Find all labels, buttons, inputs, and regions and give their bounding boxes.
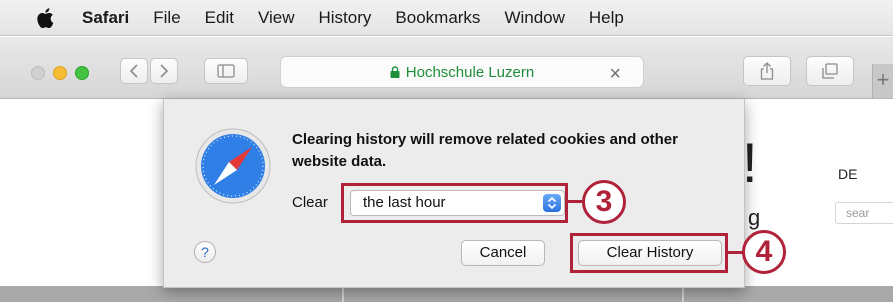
zoom-window-button[interactable] <box>75 66 89 80</box>
callout-badge-4: 4 <box>742 230 786 274</box>
help-button[interactable]: ? <box>194 241 216 263</box>
chevron-right-icon <box>160 64 169 78</box>
clear-label: Clear <box>292 194 328 211</box>
callout-badge-3: 3 <box>582 180 626 224</box>
chevron-left-icon <box>129 64 138 78</box>
menu-view[interactable]: View <box>258 8 295 28</box>
tabs-icon <box>822 63 838 79</box>
nav-divider <box>342 286 344 302</box>
menu-safari[interactable]: Safari <box>82 8 129 28</box>
menu-file[interactable]: File <box>153 8 180 28</box>
menu-bar: Safari File Edit View History Bookmarks … <box>0 0 893 36</box>
menu-history[interactable]: History <box>319 8 372 28</box>
forward-button[interactable] <box>150 58 178 84</box>
cancel-button[interactable]: Cancel <box>461 240 545 266</box>
nav-divider <box>682 286 684 302</box>
share-icon <box>760 62 774 80</box>
page-nav-strip <box>0 286 893 302</box>
language-switch[interactable]: DE <box>838 166 857 182</box>
menu-help[interactable]: Help <box>589 8 624 28</box>
sidebar-button[interactable] <box>204 58 248 84</box>
menu-bookmarks[interactable]: Bookmarks <box>395 8 480 28</box>
lock-icon <box>390 66 400 78</box>
close-window-button[interactable] <box>31 66 45 80</box>
menu-edit[interactable]: Edit <box>205 8 234 28</box>
page-text-fragment: g <box>748 205 761 230</box>
tabs-overview-button[interactable] <box>806 56 854 86</box>
dialog-message: Clearing history will remove related coo… <box>292 131 678 170</box>
apple-icon[interactable] <box>36 7 54 28</box>
new-tab-button[interactable]: + <box>872 64 893 98</box>
menu-window[interactable]: Window <box>504 8 564 28</box>
highlight-time-range <box>341 183 568 223</box>
highlight-clear-history <box>570 233 728 273</box>
sidebar-icon <box>217 64 235 78</box>
share-button[interactable] <box>743 56 791 86</box>
minimize-window-button[interactable] <box>53 66 67 80</box>
page-search-input[interactable]: sear <box>835 202 893 224</box>
back-button[interactable] <box>120 58 148 84</box>
address-text: Hochschule Luzern <box>405 63 535 81</box>
safari-compass-icon <box>195 128 271 204</box>
address-bar[interactable]: Hochschule Luzern × <box>280 56 644 88</box>
clear-address-icon[interactable]: × <box>609 63 621 86</box>
